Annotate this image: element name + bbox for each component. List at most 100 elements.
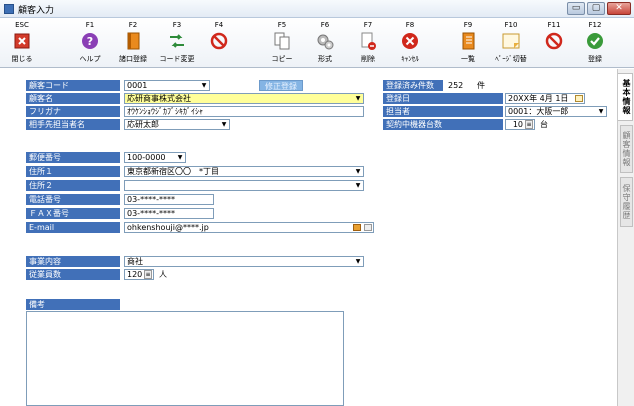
spinner-icon[interactable]: ≡ [525,120,533,129]
tab-basic-info[interactable]: 基本情報 [618,73,633,121]
f6-format-button[interactable]: F6 形式 [303,18,347,68]
staff-select[interactable]: 0001：大阪一郎 ▼ [505,106,607,117]
f12-register-button[interactable]: F12 登録 [573,18,617,68]
business-value: 商社 [127,257,143,266]
list-icon[interactable] [364,224,372,231]
chevron-down-icon: ▼ [598,108,604,115]
registration-date-field[interactable]: 20XX年 4月 1日 [505,93,585,104]
app-icon [4,4,14,14]
employees-label: 従業員数 [26,269,120,280]
f5-copy-button[interactable]: F5 コピー [260,18,304,68]
chevron-down-icon: ▼ [221,121,227,128]
postal-code-value: 100-0000 [127,153,166,162]
function-key-toolbar: ESC 閉じる F1 ? ヘルプ F2 諸口登録 F3 コード変更 F4 F5 … [0,18,634,68]
address1-label: 住所１ [26,166,120,177]
contact-person-select[interactable]: 応研太郎 ▼ [124,119,230,130]
toolbar-label: ﾍﾟｰｼﾞ切替 [495,55,527,63]
postal-code-label: 郵便番号 [26,152,120,163]
employees-unit: 人 [159,270,167,279]
business-label: 事業内容 [26,256,120,267]
fkey-label: F3 [172,21,182,29]
chevron-down-icon: ▼ [355,258,361,265]
mail-icon[interactable] [353,224,361,231]
customer-name-label: 顧客名 [26,93,120,104]
address2-field[interactable]: ▼ [124,180,364,191]
chevron-down-icon: ▼ [355,168,361,175]
employees-field[interactable]: 120 ≡ [124,269,154,280]
customer-name-field[interactable]: 応研商事株式会社 ▼ [124,93,364,104]
maximize-button[interactable]: ▢ [587,2,605,15]
fkey-label: F8 [405,21,415,29]
registered-count-unit: 件 [477,81,485,90]
fax-label: ＦＡＸ番号 [26,208,120,219]
close-window-button[interactable]: ✕ [607,2,631,15]
employees-value: 120 [127,270,143,279]
fix-register-button[interactable]: 修正登録 [259,80,303,91]
page-switch-icon [502,32,520,50]
f2-register-button[interactable]: F2 諸口登録 [111,18,155,68]
f7-delete-button[interactable]: F7 削除 [346,18,390,68]
notes-label: 備考 [26,299,120,310]
chevron-down-icon: ▼ [201,82,207,89]
toolbar-label: 諸口登録 [119,55,147,63]
check-icon [586,32,604,50]
book-icon [124,32,142,50]
email-value: ohkenshouji@****.jp [127,223,209,232]
fkey-label: F7 [363,21,373,29]
f9-list-button[interactable]: F9 一覧 [446,18,490,68]
fax-field[interactable]: 03-****-**** [124,208,214,219]
f10-page-switch-button[interactable]: F10 ﾍﾟｰｼﾞ切替 [489,18,533,68]
f8-cancel-button[interactable]: F8 ｷｬﾝｾﾙ [388,18,432,68]
notes-textarea[interactable] [26,311,344,406]
registration-date-value: 20XX年 4月 1日 [508,94,569,103]
help-icon: ? [81,32,99,50]
registered-count-label: 登録済み件数 [383,80,443,91]
f4-button[interactable]: F4 [197,18,241,68]
customer-form: 顧客コード 0001 ▼ 修正登録 登録済み件数 252 件 顧客名 応研商事株… [0,69,617,406]
devices-value: 10 [512,120,523,129]
devices-field[interactable]: 10 ≡ [505,119,535,130]
esc-close-button[interactable]: ESC 閉じる [0,18,44,68]
toolbar-label: コピー [271,55,293,63]
fkey-label: F5 [277,21,287,29]
toolbar-label: 登録 [588,55,602,63]
fkey-label: F2 [128,21,138,29]
tab-customer-info[interactable]: 顧客情報 [620,125,633,173]
fkey-label: F12 [588,21,602,29]
address1-field[interactable]: 東京都新宿区〇〇 *丁目 ▼ [124,166,364,177]
contact-person-label: 相手先担当者名 [26,119,120,130]
f11-button[interactable]: F11 [532,18,576,68]
minimize-button[interactable]: ▭ [567,2,585,15]
copy-icon [273,32,291,50]
email-label: E-mail [26,222,120,233]
email-field[interactable]: ohkenshouji@****.jp [124,222,374,233]
registered-count-value: 252 [448,81,464,90]
svg-text:?: ? [87,35,93,48]
fkey-label: F6 [320,21,330,29]
f1-help-button[interactable]: F1 ? ヘルプ [68,18,112,68]
fkey-label: F1 [85,21,95,29]
customer-name-value: 応研商事株式会社 [127,94,191,103]
toolbar-label: ｷｬﾝｾﾙ [401,55,419,63]
furigana-field[interactable]: ｵｳｹﾝｼｮｳｼﾞｶﾌﾞｼｷｶﾞｲｼｬ [124,106,364,117]
fkey-label: F11 [547,21,561,29]
f3-code-change-button[interactable]: F3 コード変更 [155,18,199,68]
spinner-icon[interactable]: ≡ [144,270,152,279]
prohibit-icon [210,32,228,50]
postal-code-select[interactable]: 100-0000 ▼ [124,152,186,163]
prohibit-icon [545,32,563,50]
toolbar-label: コード変更 [159,55,195,63]
cancel-icon [401,32,419,50]
chevron-down-icon: ▼ [355,182,361,189]
phone-field[interactable]: 03-****-**** [124,194,214,205]
devices-unit: 台 [540,120,548,129]
calendar-icon[interactable] [575,95,583,102]
toolbar-label: 一覧 [461,55,475,63]
tab-maintenance-history[interactable]: 保守履歴 [620,177,633,227]
business-select[interactable]: 商社 ▼ [124,256,364,267]
customer-code-select[interactable]: 0001 ▼ [124,80,210,91]
close-x-icon [13,32,31,50]
list-book-icon [459,32,477,50]
address1-value: 東京都新宿区〇〇 *丁目 [127,167,219,176]
toolbar-label: 削除 [361,55,375,63]
